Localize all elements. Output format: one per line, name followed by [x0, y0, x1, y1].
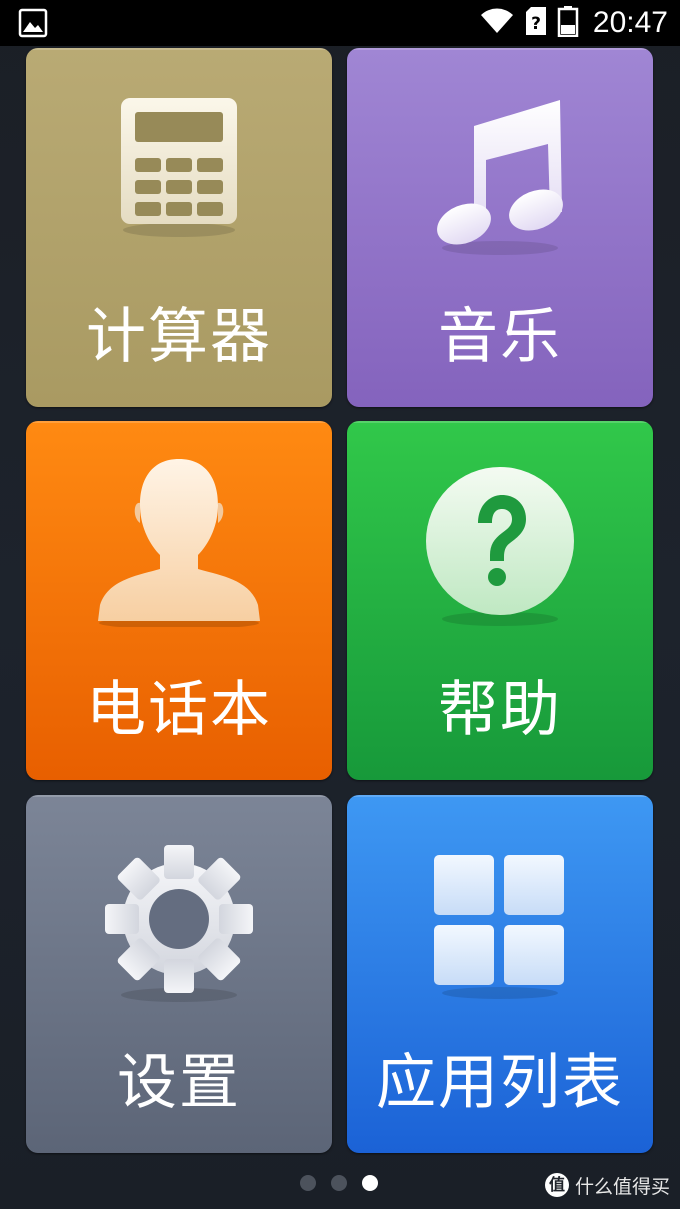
calculator-icon [113, 98, 245, 242]
status-bar: ? 20:47 [0, 0, 680, 46]
gear-icon [103, 843, 255, 1007]
tile-contacts[interactable]: 电话本 [26, 421, 332, 780]
no-sim-icon: ? [525, 6, 547, 40]
tile-label-app-list: 应用列表 [376, 1048, 624, 1118]
tile-label-contacts: 电话本 [86, 675, 272, 745]
tile-help[interactable]: 帮助 [347, 421, 653, 780]
watermark-text: 什么值得买 [574, 1175, 670, 1198]
battery-icon [557, 5, 579, 41]
tile-label-settings: 设置 [117, 1048, 241, 1118]
help-question-icon [422, 465, 578, 631]
app-grid-icon [432, 853, 568, 1003]
tile-settings[interactable]: 设置 [26, 795, 332, 1153]
tile-label-help: 帮助 [438, 675, 562, 745]
wifi-icon [479, 7, 515, 39]
watermark-logo-badge: 值 [544, 1173, 569, 1197]
page-dot-2[interactable] [331, 1175, 347, 1191]
tile-calculator[interactable]: 计算器 [26, 48, 332, 407]
page-dot-1[interactable] [300, 1175, 316, 1191]
status-time: 20:47 [592, 6, 668, 39]
page-dot-3-active[interactable] [362, 1175, 378, 1191]
tile-app-list[interactable]: 应用列表 [347, 795, 653, 1153]
tile-label-calculator: 计算器 [86, 302, 272, 372]
music-note-icon [430, 96, 570, 260]
tile-label-music: 音乐 [438, 302, 562, 372]
gallery-notification-icon [18, 8, 48, 38]
svg-text:?: ? [531, 14, 541, 34]
tile-music[interactable]: 音乐 [347, 48, 653, 407]
watermark: 值 什么值得买 [544, 1172, 670, 1198]
contact-person-icon [94, 457, 264, 631]
